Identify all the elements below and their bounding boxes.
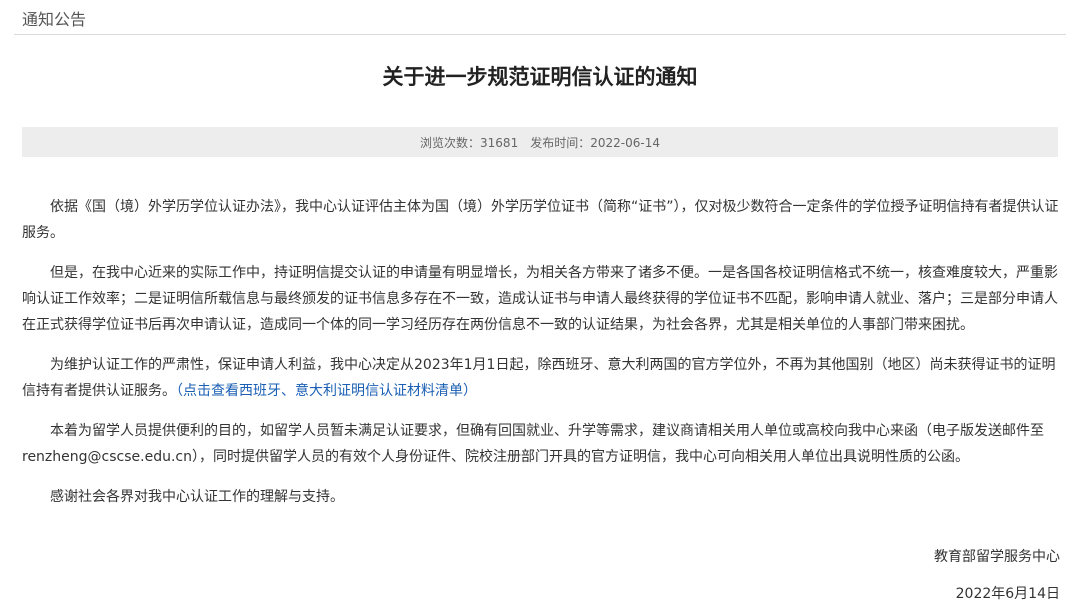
paragraph-4: 本着为留学人员提供便利的目的，如留学人员暂未满足认证要求，但确有回国就业、升学等… — [22, 423, 1044, 465]
signature-date: 2022年6月14日 — [955, 586, 1060, 602]
view-count-label: 浏览次数： — [420, 135, 481, 150]
paragraph-2: 但是，在我中心近来的实际工作中，持证明信提交认证的申请量有明显增长，为相关各方带… — [22, 265, 1058, 333]
publish-date-label: 发布时间： — [530, 135, 591, 150]
view-count: 浏览次数：31681 — [420, 134, 518, 151]
paragraph-1: 依据《国（境）外学历学位认证办法》，我中心认证评估主体为国（境）外学历学位证书（… — [22, 199, 1059, 241]
header-divider — [14, 34, 1066, 35]
section-label: 通知公告 — [22, 10, 87, 29]
article-title: 关于进一步规范证明信认证的通知 — [382, 65, 698, 89]
paragraph-3: 为维护认证工作的严肃性，保证申请人利益，我中心决定从2023年1月1日起，除西班… — [22, 352, 1060, 404]
publish-date-value: 2022-06-14 — [590, 135, 660, 150]
materials-list-link[interactable]: （点击查看西班牙、意大利证明信认证材料清单） — [176, 383, 477, 399]
article-body: 依据《国（境）外学历学位认证办法》，我中心认证评估主体为国（境）外学历学位证书（… — [22, 194, 1060, 524]
signature: 教育部留学服务中心 — [934, 549, 1060, 565]
paragraph-5: 感谢社会各界对我中心认证工作的理解与支持。 — [50, 489, 344, 505]
article-meta-bar: 浏览次数：31681 发布时间：2022-06-14 — [22, 127, 1058, 157]
publish-date: 发布时间：2022-06-14 — [530, 134, 660, 151]
view-count-value: 31681 — [480, 135, 519, 150]
